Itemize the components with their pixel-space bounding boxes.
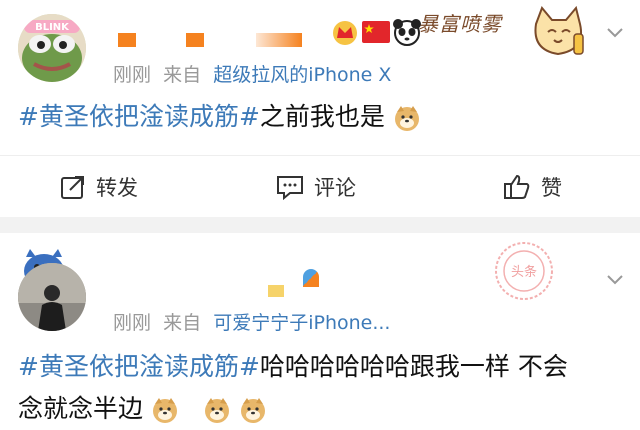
post-text: #黄圣依把淦读成筋#哈哈哈哈哈哈跟我一样 不会 念就念半边 (18, 346, 628, 430)
masked-username (186, 33, 204, 47)
weibo-post: BLINK 暴富喷雾 刚刚 来自 超级拉风的iPhone X #黄圣依把淦读成筋… (0, 0, 640, 217)
post-body: 之前我也是 (259, 102, 385, 131)
masked-username (118, 33, 136, 47)
post-line-2: 念就念半边 (18, 388, 628, 430)
post-meta: 刚刚 来自 可爱宁宁子iPhone... (113, 308, 390, 335)
repost-icon (61, 176, 84, 199)
avatar[interactable] (18, 263, 86, 331)
repost-button[interactable]: 转发 (60, 156, 138, 218)
from-label: 来自 (163, 64, 202, 86)
like-icon (504, 174, 530, 199)
post-source[interactable]: 可爱宁宁子iPhone... (213, 312, 390, 334)
post-time: 刚刚 (113, 312, 152, 334)
topic-link[interactable]: #黄圣依把淦读成筋# (18, 102, 260, 131)
vip-badge-text: 暴富喷雾 (418, 12, 502, 36)
post-meta: 刚刚 来自 超级拉风的iPhone X (113, 60, 391, 87)
post-divider (0, 217, 640, 233)
frog-avatar-icon: BLINK (18, 14, 86, 82)
svg-text:头条: 头条 (511, 264, 537, 280)
stamp-icon: 头条 (490, 237, 558, 305)
cat-badge-icon (526, 4, 590, 62)
post-line-1: #黄圣依把淦读成筋#哈哈哈哈哈哈跟我一样 不会 (18, 346, 628, 388)
post-time: 刚刚 (113, 64, 152, 86)
comment-icon (277, 176, 303, 200)
chevron-down-icon[interactable] (606, 24, 624, 42)
masked-username (256, 33, 302, 47)
masked-username (303, 269, 319, 287)
comment-label: 评论 (314, 176, 356, 200)
comment-button[interactable]: 评论 (276, 156, 356, 218)
avatar[interactable]: BLINK (18, 14, 86, 82)
post-source[interactable]: 超级拉风的iPhone X (213, 64, 391, 86)
doge-emoji (152, 398, 177, 423)
china-flag-icon (362, 20, 390, 44)
doge-emoji (204, 398, 229, 423)
post-body: 念就念半边 (18, 394, 144, 423)
crown-badge-icon (330, 18, 360, 46)
user-photo-avatar-icon (18, 263, 86, 331)
masked-username (268, 285, 284, 297)
repost-label: 转发 (96, 176, 138, 200)
post-actions: 转发 评论 赞 (0, 155, 640, 218)
svg-text:BLINK: BLINK (35, 22, 70, 33)
post-body: 哈哈哈哈哈哈跟我一样 不会 (259, 352, 568, 381)
doge-emoji (394, 106, 419, 131)
weibo-post: 头条 刚刚 来自 可爱宁宁子iPhone... #黄圣依把淦读成筋#哈哈哈哈哈哈… (0, 233, 640, 427)
like-label: 赞 (541, 176, 562, 200)
like-button[interactable]: 赞 (503, 156, 562, 218)
post-text: #黄圣依把淦读成筋#之前我也是 (18, 96, 421, 138)
chevron-down-icon[interactable] (606, 271, 624, 289)
topic-link[interactable]: #黄圣依把淦读成筋# (18, 352, 260, 381)
doge-emoji (240, 398, 265, 423)
from-label: 来自 (163, 312, 202, 334)
